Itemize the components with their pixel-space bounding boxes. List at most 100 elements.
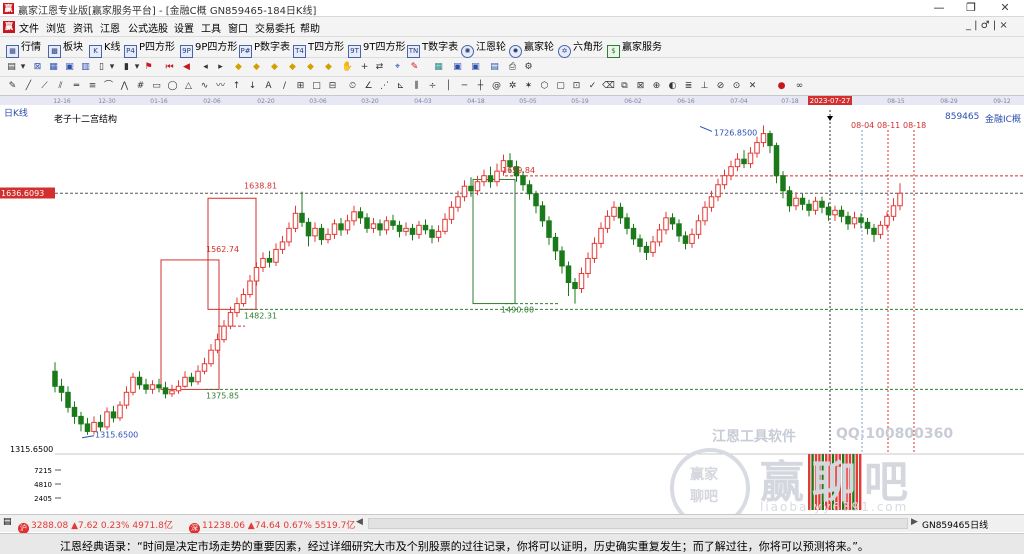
- tool-icon[interactable]: ✎: [408, 61, 421, 74]
- chart-type-icon[interactable]: ▥: [79, 61, 92, 74]
- fan-icon[interactable]: ⋀: [118, 80, 131, 93]
- mark-icon[interactable]: ✓: [586, 80, 599, 93]
- diamond-icon[interactable]: ◆: [286, 61, 299, 74]
- frame-icon[interactable]: ⊡: [570, 80, 583, 93]
- menu-gann[interactable]: 江恩: [100, 20, 120, 35]
- menu-browse[interactable]: 浏览: [46, 20, 66, 35]
- toolbar-9p-square-button[interactable]: 9P 9P四方形: [180, 39, 237, 58]
- toolbar-winner-service-button[interactable]: $ 赢家服务: [607, 39, 662, 58]
- toolbar-sectors-button[interactable]: ▩ 板块: [48, 39, 83, 58]
- grid-draw-icon[interactable]: #: [134, 80, 147, 93]
- pencil-icon[interactable]: ✎: [6, 80, 19, 93]
- hand-icon[interactable]: ✋: [341, 61, 354, 74]
- box-icon[interactable]: ▢: [554, 80, 567, 93]
- measure-icon[interactable]: ⊾: [394, 80, 407, 93]
- palette-icon[interactable]: ◐: [666, 80, 679, 93]
- pattern-icon[interactable]: ⊠: [31, 61, 44, 74]
- square-icon[interactable]: □: [310, 80, 323, 93]
- gann-box-icon[interactable]: ⊞: [294, 80, 307, 93]
- text-icon[interactable]: A: [262, 80, 275, 93]
- channel-icon[interactable]: ⫽: [54, 80, 67, 93]
- diamond-icon[interactable]: ◆: [322, 61, 335, 74]
- menu-info[interactable]: 资讯: [73, 20, 93, 35]
- star-icon[interactable]: ✶: [522, 80, 535, 93]
- menu-settings[interactable]: 设置: [174, 20, 194, 35]
- settings-icon[interactable]: ⚙: [522, 61, 535, 74]
- grid-tool-icon[interactable]: ▦: [432, 61, 445, 74]
- minimize-button[interactable]: —: [924, 0, 954, 17]
- spiral-icon[interactable]: @: [490, 80, 503, 93]
- bars-icon[interactable]: ⫼: [410, 80, 423, 93]
- infinity-icon[interactable]: ∞: [793, 80, 806, 93]
- arrows-icon[interactable]: ⇄: [373, 61, 386, 74]
- lock-icon[interactable]: ⊠: [634, 80, 647, 93]
- close-button[interactable]: ✕: [990, 0, 1020, 17]
- delete-icon[interactable]: ✕: [746, 80, 759, 93]
- menu-formula[interactable]: 公式选股: [128, 20, 168, 35]
- wave-icon[interactable]: 〰: [214, 80, 227, 93]
- cycle-icon[interactable]: ∿: [198, 80, 211, 93]
- ruler-icon[interactable]: ⊥: [698, 80, 711, 93]
- toolbar-t-square-button[interactable]: T4 T四方形: [293, 39, 344, 58]
- toolbar-gann-wheel-button[interactable]: ✺ 江恩轮: [461, 39, 506, 58]
- dropdown-arrow-icon[interactable]: ▾: [108, 61, 116, 74]
- shenzhen-index[interactable]: 深 11238.06 ▲74.64 0.67% 5519.7亿: [189, 518, 355, 534]
- calendar-icon[interactable]: ▣: [63, 61, 76, 74]
- candle-style-icon[interactable]: ▯: [95, 61, 108, 74]
- ellipse-icon[interactable]: ◯: [166, 80, 179, 93]
- ratio-icon[interactable]: ÷: [426, 80, 439, 93]
- menu-app-icon[interactable]: 赢: [3, 21, 15, 33]
- table-icon[interactable]: ▤: [488, 61, 501, 74]
- next-small-icon[interactable]: ▸: [214, 61, 227, 74]
- scroll-left-icon[interactable]: ◀: [356, 517, 364, 530]
- save-icon[interactable]: ▣: [451, 61, 464, 74]
- hline-icon[interactable]: ═: [70, 80, 83, 93]
- prev-icon[interactable]: ◀: [180, 61, 193, 74]
- toolbar-winner-wheel-button[interactable]: ✹ 赢家轮: [509, 39, 554, 58]
- grid-small-icon[interactable]: ▦: [47, 61, 60, 74]
- color-wheel-icon[interactable]: ●: [775, 80, 788, 93]
- candle-style-icon[interactable]: ▮: [120, 61, 133, 74]
- diamond-icon[interactable]: ◆: [232, 61, 245, 74]
- toolbar-quotes-button[interactable]: ▦ 行情: [6, 39, 41, 58]
- layout-icon[interactable]: ▤: [5, 61, 18, 74]
- wheel-icon[interactable]: ✲: [506, 80, 519, 93]
- menu-file[interactable]: 文件: [19, 20, 39, 35]
- vline-icon[interactable]: │: [442, 80, 455, 93]
- hline2-icon[interactable]: ─: [458, 80, 471, 93]
- split-icon[interactable]: ⊟: [326, 80, 339, 93]
- shape-icon[interactable]: ⌖: [391, 61, 404, 74]
- toolbar-t-table-button[interactable]: TN T数字表: [407, 39, 458, 58]
- diamond-icon[interactable]: ◆: [250, 61, 263, 74]
- line-icon[interactable]: ╱: [22, 80, 35, 93]
- mdi-window-controls[interactable]: _ | ♂ | ×: [966, 20, 1008, 31]
- dropdown-arrow-icon[interactable]: ▾: [19, 61, 27, 74]
- arrow-down-icon[interactable]: ↓: [246, 80, 259, 93]
- rect-icon[interactable]: ▭: [150, 80, 163, 93]
- menu-trade[interactable]: 交易委托: [255, 20, 295, 35]
- arrow-up-icon[interactable]: ↑: [230, 80, 243, 93]
- fib-icon[interactable]: ≡: [86, 80, 99, 93]
- prev-small-icon[interactable]: ◂: [199, 61, 212, 74]
- diamond-icon[interactable]: ◆: [268, 61, 281, 74]
- toolbar-hexagon-button[interactable]: ✡ 六角形: [558, 39, 603, 58]
- crosshair-icon[interactable]: +: [358, 61, 371, 74]
- time-icon[interactable]: ⏲: [346, 80, 359, 93]
- diamond-icon[interactable]: ◆: [304, 61, 317, 74]
- menu-help[interactable]: 帮助: [300, 20, 320, 35]
- gann-line-icon[interactable]: ∕: [278, 80, 291, 93]
- toolbar-p-square-button[interactable]: P4 P四方形: [124, 39, 175, 58]
- toolbar-9t-square-button[interactable]: 9T 9T四方形: [348, 39, 405, 58]
- list-icon[interactable]: ▤: [3, 517, 15, 529]
- show-icon[interactable]: ⊙: [730, 80, 743, 93]
- maximize-button[interactable]: ❐: [956, 0, 986, 17]
- hex-icon[interactable]: ⬡: [538, 80, 551, 93]
- scroll-right-icon[interactable]: ▶: [911, 517, 919, 530]
- ray-icon[interactable]: ⟋: [38, 80, 51, 93]
- chart-area[interactable]: 12-16 12-30 01-16 02-06 02-20 03-06 03-20 04-03…: [0, 96, 1024, 528]
- printer-icon[interactable]: ⎙: [506, 61, 519, 74]
- hide-icon[interactable]: ⊘: [714, 80, 727, 93]
- first-icon[interactable]: ⏮: [163, 61, 176, 74]
- layers-icon[interactable]: ≣: [682, 80, 695, 93]
- arc-icon[interactable]: ⌒: [102, 80, 115, 93]
